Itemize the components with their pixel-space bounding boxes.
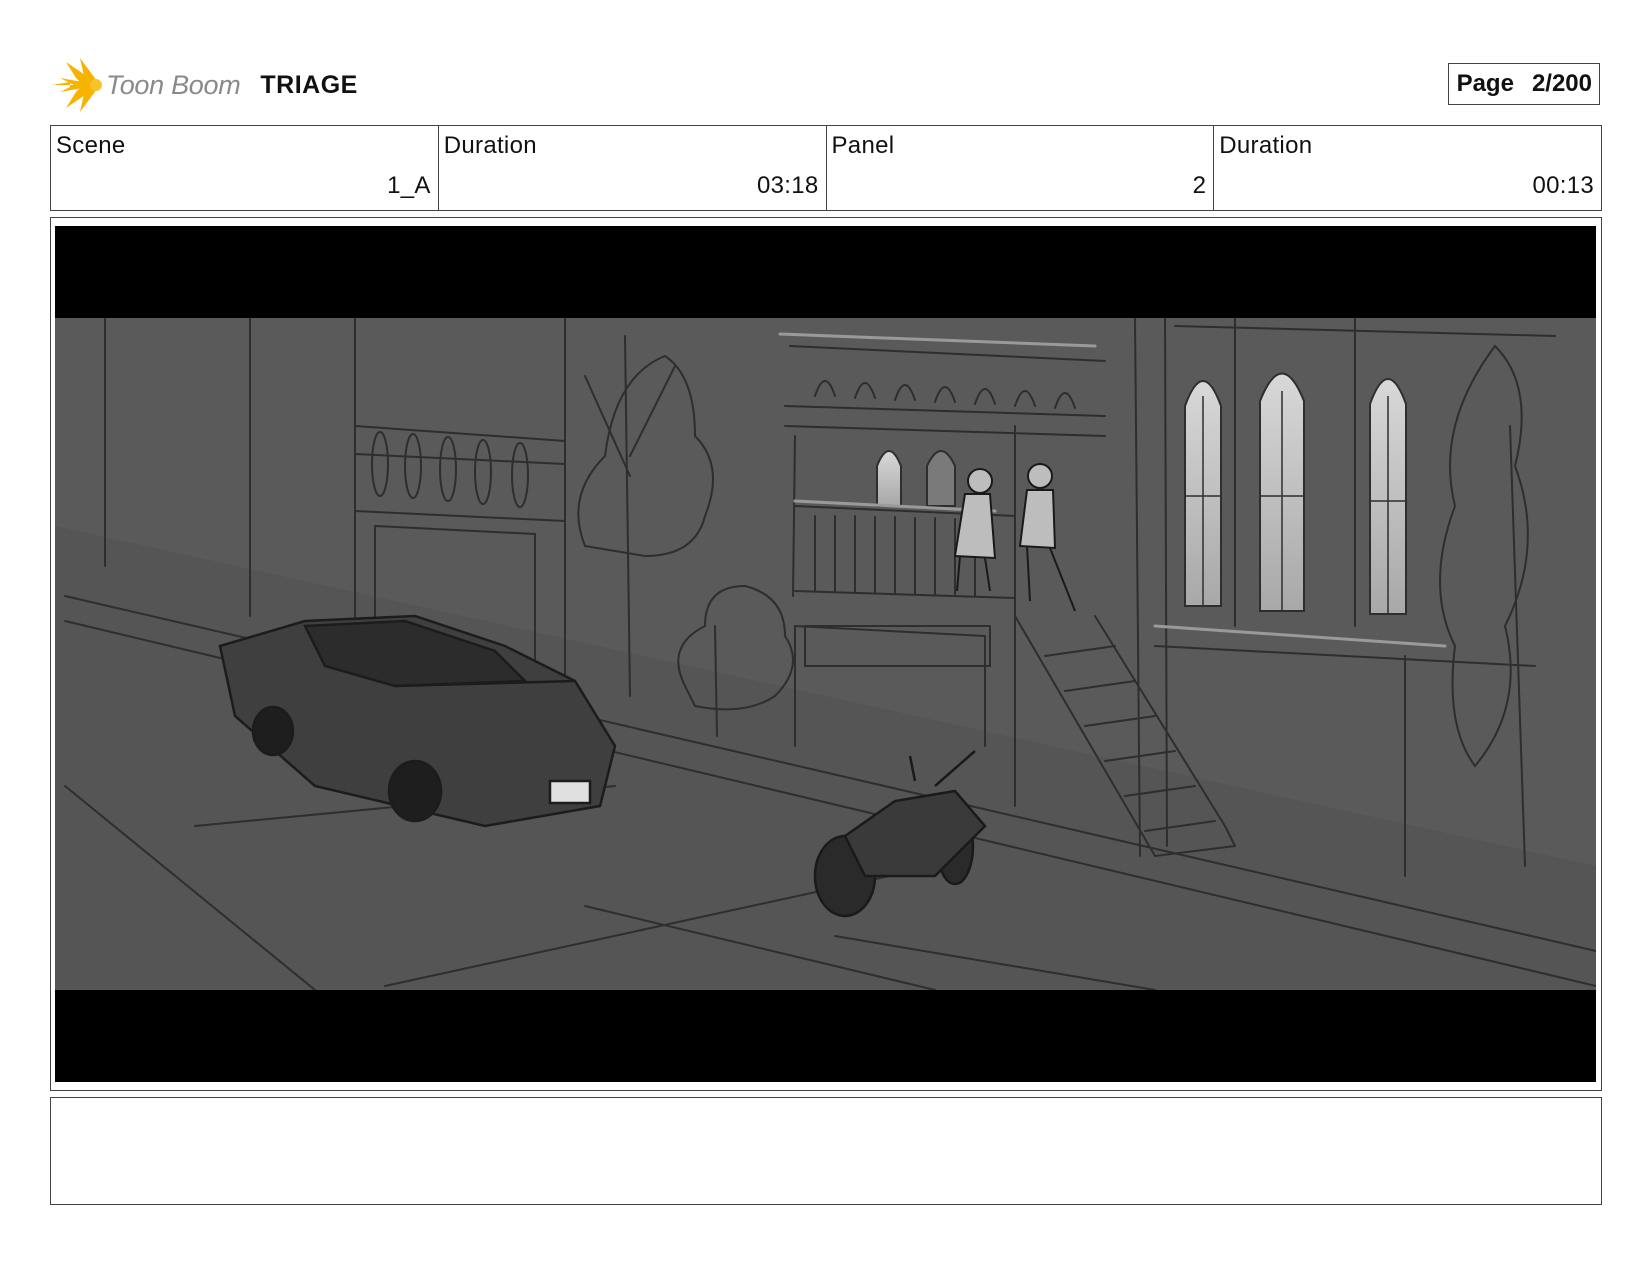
panel-duration-value: 00:13 (1532, 172, 1594, 199)
panel-cell: Panel 2 (827, 126, 1215, 210)
scene-duration-label: Duration (443, 132, 537, 159)
panel-notes-box (50, 1097, 1602, 1205)
storyboard-panel-frame (50, 217, 1602, 1091)
page-header: Toon Boom TRIAGE Page 2/200 (50, 55, 1600, 115)
scene-cell: Scene 1_A (51, 126, 439, 210)
storyboard-sketch (55, 226, 1596, 1082)
starburst-icon (52, 58, 102, 112)
panel-duration-cell: Duration 00:13 (1214, 126, 1601, 210)
panel-label: Panel (831, 132, 895, 159)
panel-duration-label: Duration (1219, 132, 1313, 159)
logo-text: Toon Boom (106, 69, 241, 100)
toon-boom-logo: Toon Boom TRIAGE (50, 55, 358, 115)
page-value: 2/200 (1531, 70, 1592, 97)
project-title: TRIAGE (260, 70, 358, 99)
scene-duration-value: 03:18 (756, 172, 819, 199)
scene-label: Scene (56, 132, 126, 159)
scene-duration-cell: Duration 03:18 (439, 126, 827, 210)
panel-info-table: Scene 1_A Duration 03:18 Panel 2 Duratio… (50, 125, 1602, 211)
scene-value: 1_A (387, 172, 431, 199)
page-label: Page (1456, 70, 1514, 97)
panel-value: 2 (1192, 172, 1207, 199)
page-indicator: Page 2/200 (1447, 63, 1600, 105)
